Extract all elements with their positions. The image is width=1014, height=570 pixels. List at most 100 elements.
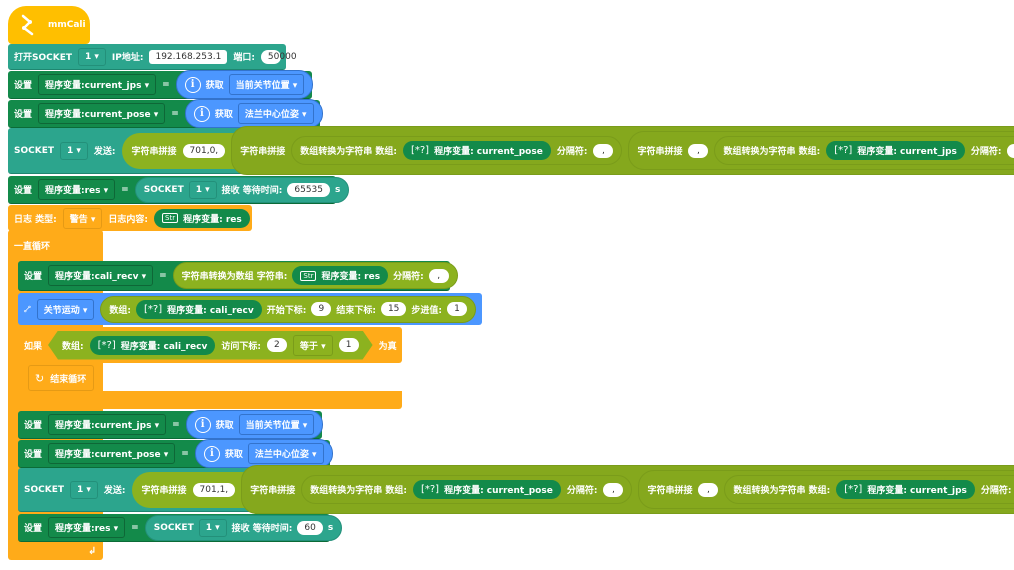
socket-recv-value[interactable]: SOCKET 1 接收 等待时间: 65535 s — [134, 176, 350, 203]
string-concat-block[interactable]: 字符串拼接 701,0, 字符串拼接 数组转换为字符串 数组: [*?] 程序变… — [121, 126, 1014, 175]
separator-label: 分隔符: — [980, 486, 1012, 496]
array-icon: [*?] — [420, 484, 440, 495]
socket-receive-block[interactable]: 设置 程序变量:res = SOCKET 1 接收 等待时间: 65535 s — [8, 176, 350, 204]
array-to-string-block[interactable]: 数组转换为字符串 数组: [*?] 程序变量: current_jps 分隔符:… — [714, 136, 1014, 165]
get-value-block[interactable]: i 获取 当前关节位置 — [175, 70, 314, 99]
separator-input[interactable]: , — [1007, 143, 1014, 158]
variable-name: 程序变量: cali_recv — [167, 305, 254, 316]
array-to-string-block[interactable]: 数组转换为字符串 数组: [*?] 程序变量: current_pose 分隔符… — [301, 475, 633, 504]
get-option-dropdown[interactable]: 当前关节位置 — [238, 414, 315, 435]
ip-input[interactable]: 192.168.253.1 — [149, 49, 228, 64]
timeout-input[interactable]: 60 — [297, 520, 323, 535]
variable-pill[interactable]: [*?] 程序变量: current_pose — [412, 480, 561, 499]
variable-dropdown[interactable]: 程序变量:current_pose — [38, 103, 166, 124]
set-current-pose-block[interactable]: 设置 程序变量:current_pose = i 获取 法兰中心位姿 — [18, 439, 333, 468]
variable-pill[interactable]: [*?] 程序变量: cali_recv — [90, 336, 216, 355]
separator-label: 分隔符: — [970, 147, 1002, 157]
variable-dropdown[interactable]: 程序变量:current_jps — [48, 414, 167, 435]
socket-id-dropdown[interactable]: 1 — [78, 47, 106, 66]
socket-id-dropdown[interactable]: 1 — [70, 480, 98, 499]
program-hat-block[interactable]: mmCali — [8, 6, 90, 44]
separator-input[interactable]: , — [603, 482, 624, 497]
start-index-input[interactable]: 9 — [311, 302, 332, 316]
info-icon: i — [193, 105, 210, 122]
set-cali-recv-block[interactable]: 设置 程序变量:cali_recv = 字符串转换为数组 字符串: Str 程序… — [18, 261, 458, 291]
array-to-string-block[interactable]: 数组转换为字符串 数组: [*?] 程序变量: current_pose 分隔符… — [291, 136, 623, 165]
variable-pill[interactable]: [*?] 程序变量: cali_recv — [136, 299, 262, 319]
string-concat-block[interactable]: 字符串拼接 数组转换为字符串 数组: [*?] 程序变量: current_po… — [231, 126, 1014, 175]
start-index-label: 开始下标: — [266, 305, 307, 316]
break-label: 结束循环 — [50, 374, 87, 385]
variable-pill[interactable]: [*?] 程序变量: current_jps — [836, 480, 975, 499]
variable-dropdown[interactable]: 程序变量:current_pose — [48, 443, 176, 464]
get-option-dropdown[interactable]: 法兰中心位姿 — [237, 103, 314, 124]
variable-dropdown[interactable]: 程序变量:res — [48, 517, 126, 538]
set-current-jps-block[interactable]: 设置 程序变量:current_jps = i 获取 当前关节位置 — [8, 70, 314, 99]
port-input[interactable]: 50000 — [260, 49, 297, 64]
get-value-block[interactable]: i 获取 法兰中心位姿 — [194, 439, 333, 468]
comma-input[interactable]: , — [688, 143, 709, 158]
set-current-pose-block[interactable]: 设置 程序变量:current_pose = i 获取 法兰中心位姿 — [8, 99, 323, 128]
prefix-input[interactable]: 701,1, — [192, 482, 236, 497]
if-block-footer — [18, 391, 402, 409]
break-loop-block[interactable]: ↻ 结束循环 — [28, 365, 94, 391]
get-option-dropdown[interactable]: 当前关节位置 — [228, 74, 305, 95]
string-icon: Str — [300, 270, 317, 281]
end-index-input[interactable]: 15 — [380, 302, 407, 316]
ip-label: IP地址: — [111, 53, 144, 63]
separator-input[interactable]: , — [593, 143, 614, 158]
socket-send-block[interactable]: SOCKET 1 发送: 字符串拼接 701,1, 字符串拼接 数组转换为字符串… — [18, 465, 1014, 514]
equals-label: = — [131, 522, 139, 533]
variable-name: 程序变量: res — [321, 272, 381, 282]
if-block[interactable]: 如果 数组: [*?] 程序变量: cali_recv 访问下标: 2 等于 1… — [18, 327, 402, 363]
variable-dropdown[interactable]: 程序变量:res — [38, 179, 116, 200]
send-label: 发送: — [103, 486, 126, 496]
string-concat-block[interactable]: 字符串拼接 , 数组转换为字符串 数组: [*?] 程序变量: current_… — [638, 470, 1014, 509]
condition-block[interactable]: 数组: [*?] 程序变量: cali_recv 访问下标: 2 等于 1 — [48, 331, 373, 360]
variable-pill[interactable]: [*?] 程序变量: current_pose — [402, 141, 551, 160]
get-label: 获取 — [214, 110, 233, 120]
socket-send-block[interactable]: SOCKET 1 发送: 字符串拼接 701,0, 字符串拼接 数组转换为字符串… — [8, 126, 1014, 175]
step-input[interactable]: 1 — [447, 302, 467, 316]
get-value-block[interactable]: i 获取 法兰中心位姿 — [184, 99, 323, 128]
array-slice-block[interactable]: 数组: [*?] 程序变量: cali_recv 开始下标: 9 结束下标: 1… — [100, 295, 476, 323]
unit-label: s — [327, 522, 334, 533]
get-value-block[interactable]: i 获取 当前关节位置 — [185, 410, 324, 439]
log-type-dropdown[interactable]: 警告 — [62, 207, 103, 229]
string-to-array-block[interactable]: 字符串转换为数组 字符串: Str 程序变量: res 分隔符: , — [172, 262, 458, 289]
socket-id-dropdown[interactable]: 1 — [198, 518, 227, 537]
array-to-string-block[interactable]: 数组转换为字符串 数组: [*?] 程序变量: current_jps 分隔符:… — [724, 475, 1014, 504]
timeout-input[interactable]: 65535 — [287, 182, 331, 197]
string-concat-block[interactable]: 字符串拼接 701,1, 字符串拼接 数组转换为字符串 数组: [*?] 程序变… — [131, 465, 1014, 514]
socket-recv-value[interactable]: SOCKET 1 接收 等待时间: 60 s — [144, 514, 343, 541]
log-block[interactable]: 日志 类型: 警告 日志内容: Str 程序变量: res — [8, 205, 252, 231]
prefix-input[interactable]: 701,0, — [182, 143, 226, 158]
separator-input[interactable]: , — [428, 268, 449, 283]
variable-dropdown[interactable]: 程序变量:cali_recv — [48, 265, 154, 286]
get-option-dropdown[interactable]: 法兰中心位姿 — [247, 443, 324, 464]
operator-dropdown[interactable]: 等于 — [293, 335, 333, 356]
concat-label: 字符串拼接 — [637, 147, 683, 157]
socket-id-dropdown[interactable]: 1 — [188, 180, 217, 199]
array-label: 数组: — [62, 341, 84, 352]
variable-dropdown[interactable]: 程序变量:current_jps — [38, 74, 157, 95]
socket-id-dropdown[interactable]: 1 — [60, 141, 88, 160]
array-label: 数组: — [109, 305, 132, 316]
variable-pill[interactable]: Str 程序变量: res — [292, 266, 389, 285]
compare-value-input[interactable]: 1 — [339, 338, 359, 352]
string-concat-block[interactable]: 字符串拼接 数组转换为字符串 数组: [*?] 程序变量: current_po… — [241, 465, 1014, 514]
socket-receive-block[interactable]: 设置 程序变量:res = SOCKET 1 接收 等待时间: 60 s — [18, 514, 343, 542]
string-concat-block[interactable]: 字符串拼接 , 数组转换为字符串 数组: [*?] 程序变量: current_… — [628, 131, 1014, 170]
motion-type-dropdown[interactable]: 关节运动 — [36, 298, 95, 320]
variable-pill[interactable]: Str 程序变量: res — [154, 208, 250, 228]
index-input[interactable]: 2 — [267, 338, 287, 352]
set-current-jps-block[interactable]: 设置 程序变量:current_jps = i 获取 当前关节位置 — [18, 410, 324, 439]
equals-label: = — [121, 184, 129, 195]
comma-input[interactable]: , — [698, 482, 719, 497]
variable-pill[interactable]: [*?] 程序变量: current_jps — [826, 141, 965, 160]
joint-move-block[interactable]: 关节运动 数组: [*?] 程序变量: cali_recv 开始下标: 9 结束… — [18, 293, 482, 325]
equals-label: = — [171, 108, 179, 119]
forever-loop-header: 一直循环 — [8, 232, 103, 258]
info-icon: i — [203, 445, 220, 462]
open-socket-block[interactable]: 打开SOCKET 1 IP地址: 192.168.253.1 端口: 50000 — [8, 44, 297, 70]
